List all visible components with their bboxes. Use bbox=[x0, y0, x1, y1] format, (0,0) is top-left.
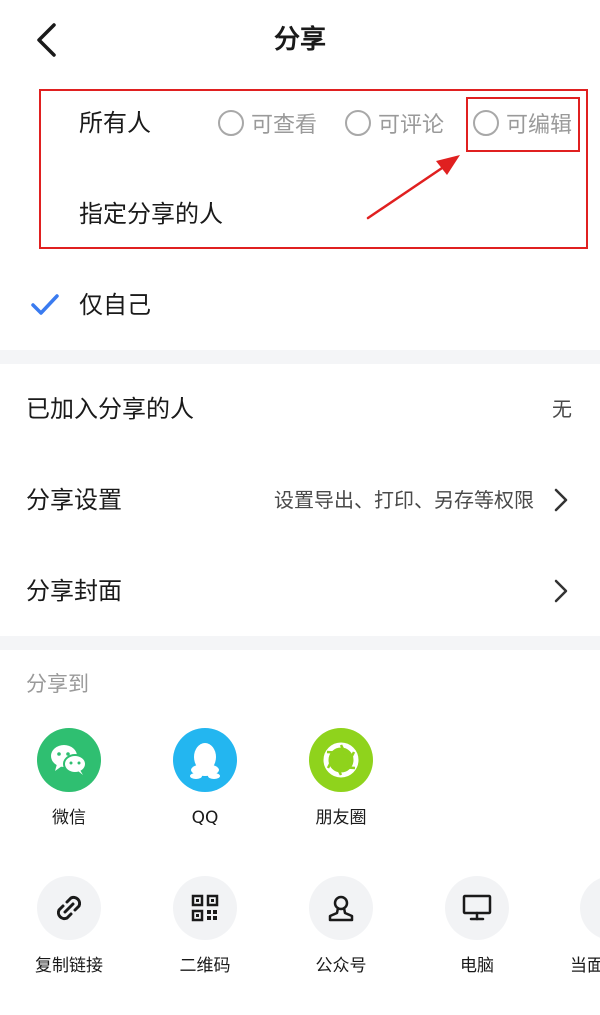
copy-link-button[interactable]: 复制链接 bbox=[14, 876, 124, 978]
header: 分享 bbox=[0, 0, 600, 80]
face-to-face-button[interactable]: 当面 bbox=[540, 876, 600, 978]
share-to-label: 分享到 bbox=[26, 672, 89, 696]
share-cover-label[interactable]: 分享封面 bbox=[26, 574, 122, 608]
official-account-button[interactable]: 公众号 bbox=[286, 876, 396, 978]
share-qq-button[interactable]: QQ bbox=[155, 728, 255, 830]
qrcode-button[interactable]: 二维码 bbox=[150, 876, 260, 978]
copy-link-label: 复制链接 bbox=[35, 956, 103, 976]
section-divider bbox=[0, 350, 600, 364]
share-wechat-label: 微信 bbox=[52, 808, 86, 828]
chevron-right-icon[interactable] bbox=[554, 579, 568, 603]
share-wechat-button[interactable]: 微信 bbox=[19, 728, 119, 830]
share-settings-label[interactable]: 分享设置 bbox=[26, 483, 122, 517]
computer-label: 电脑 bbox=[460, 956, 494, 976]
joined-people-label[interactable]: 已加入分享的人 bbox=[26, 392, 194, 426]
computer-icon bbox=[445, 876, 509, 940]
share-settings-value: 设置导出、打印、另存等权限 bbox=[274, 488, 534, 512]
chevron-right-icon[interactable] bbox=[554, 488, 568, 512]
computer-button[interactable]: 电脑 bbox=[422, 876, 532, 978]
qrcode-label: 二维码 bbox=[179, 956, 231, 976]
qq-icon bbox=[173, 728, 237, 792]
joined-people-value: 无 bbox=[552, 397, 572, 421]
annotation-edit-box bbox=[466, 97, 580, 152]
link-icon bbox=[37, 876, 101, 940]
checkmark-icon bbox=[31, 294, 59, 315]
face-to-face-icon bbox=[580, 876, 600, 940]
share-screen: 分享 所有人 可查看 可评论 可编辑 指定分享的人 仅自己 已加入分享的人 无 … bbox=[0, 0, 600, 1015]
moments-icon bbox=[309, 728, 373, 792]
official-account-label: 公众号 bbox=[315, 956, 367, 976]
face-to-face-label: 当面 bbox=[570, 956, 600, 976]
section-divider bbox=[0, 636, 600, 650]
qrcode-icon bbox=[173, 876, 237, 940]
page-title: 分享 bbox=[273, 25, 326, 55]
wechat-icon bbox=[37, 728, 101, 792]
share-moments-button[interactable]: 朋友圈 bbox=[291, 728, 391, 830]
share-qq-label: QQ bbox=[191, 808, 219, 828]
share-moments-label: 朋友圈 bbox=[315, 808, 367, 828]
only-me-label[interactable]: 仅自己 bbox=[79, 288, 151, 322]
official-account-icon bbox=[309, 876, 373, 940]
